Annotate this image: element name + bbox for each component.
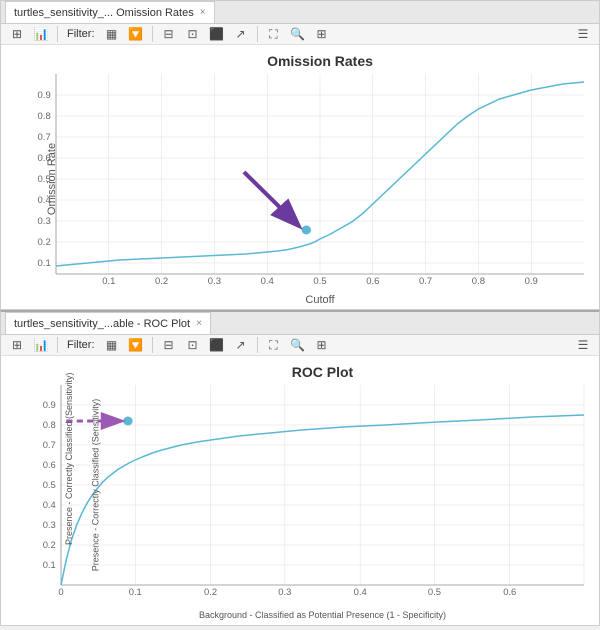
- roc-chart-svg: 0 0.1 0.2 0.3 0.4 0.5 0.6 0.1 0.2 0.3 0.…: [61, 385, 584, 585]
- grid-icon[interactable]: ⊟: [159, 24, 179, 44]
- zoom-icon-b[interactable]: ↗: [231, 335, 251, 355]
- separator-2: [152, 26, 153, 42]
- omission-tab-close[interactable]: ×: [200, 7, 206, 18]
- export-icon-b[interactable]: ⬛: [207, 335, 227, 355]
- svg-text:0.9: 0.9: [43, 400, 56, 410]
- roc-chart-area: Presence - Correctly Classified (Sensiti…: [61, 385, 584, 585]
- svg-text:0.3: 0.3: [38, 216, 51, 226]
- svg-text:0.6: 0.6: [43, 460, 56, 470]
- svg-text:0.7: 0.7: [38, 132, 51, 142]
- svg-text:0.2: 0.2: [155, 276, 168, 286]
- roc-chart-container: ROC Plot Presence - Correctly Classified…: [1, 356, 599, 630]
- toolbar-right-1: ☰: [573, 24, 593, 44]
- svg-text:0.1: 0.1: [38, 258, 51, 268]
- toolbar-right-b: ☰: [573, 335, 593, 355]
- svg-text:0.5: 0.5: [313, 276, 326, 286]
- svg-text:0.1: 0.1: [129, 587, 142, 597]
- roc-tab-close[interactable]: ×: [196, 318, 202, 329]
- separator-1: [57, 26, 58, 42]
- magnify-icon[interactable]: 🔍: [288, 24, 308, 44]
- svg-text:0.8: 0.8: [472, 276, 485, 286]
- filter-icon-b1[interactable]: ▦: [102, 335, 122, 355]
- menu-icon-bottom[interactable]: ☰: [573, 335, 593, 355]
- roc-tab-label: turtles_sensitivity_...able - ROC Plot: [14, 318, 190, 330]
- omission-tab-label: turtles_sensitivity_... Omission Rates: [14, 7, 194, 19]
- roc-x-axis-label: Background - Classified as Potential Pre…: [199, 610, 446, 620]
- svg-text:0.3: 0.3: [278, 587, 291, 597]
- roc-y-label: Presence - Correctly Classified (Sensiti…: [90, 399, 100, 572]
- separator-b2: [152, 337, 153, 353]
- omission-y-label: Omission Rate: [46, 143, 58, 215]
- table-icon-b[interactable]: ⊞: [7, 335, 27, 355]
- svg-text:0: 0: [58, 587, 63, 597]
- magnify-icon-b[interactable]: 🔍: [288, 335, 308, 355]
- scale-icon-b[interactable]: ⊞: [312, 335, 332, 355]
- svg-text:0.2: 0.2: [43, 540, 56, 550]
- svg-text:0.5: 0.5: [428, 587, 441, 597]
- svg-text:0.3: 0.3: [43, 520, 56, 530]
- zoom-icon[interactable]: ↗: [231, 24, 251, 44]
- svg-text:0.5: 0.5: [43, 480, 56, 490]
- scale-icon[interactable]: ⊞: [312, 24, 332, 44]
- svg-text:0.1: 0.1: [102, 276, 115, 286]
- filter-label: Filter:: [67, 28, 95, 40]
- filter-icon-b2[interactable]: 🔽: [126, 335, 146, 355]
- separator-b1: [57, 337, 58, 353]
- separator-3: [257, 26, 258, 42]
- svg-text:0.4: 0.4: [43, 500, 56, 510]
- svg-text:0.9: 0.9: [525, 276, 538, 286]
- export-icon[interactable]: ⬛: [207, 24, 227, 44]
- cursor-icon[interactable]: ⛶: [264, 24, 284, 44]
- svg-text:0.3: 0.3: [208, 276, 221, 286]
- bottom-panel: turtles_sensitivity_...able - ROC Plot ×…: [0, 310, 600, 626]
- table-icon[interactable]: ⊞: [7, 24, 27, 44]
- roc-chart-title: ROC Plot: [61, 364, 584, 380]
- svg-text:0.6: 0.6: [366, 276, 379, 286]
- omission-x-label: Cutoff: [305, 294, 334, 306]
- filter-icon-1[interactable]: ▦: [102, 24, 122, 44]
- menu-icon-top[interactable]: ☰: [573, 24, 593, 44]
- svg-text:0.7: 0.7: [419, 276, 432, 286]
- cursor-icon-b[interactable]: ⛶: [264, 335, 284, 355]
- svg-text:0.4: 0.4: [261, 276, 274, 286]
- omission-chart-svg: 0.1 0.2 0.3 0.4 0.5 0.6 0.7 0.8 0.9 0.1 …: [56, 74, 584, 284]
- filter-label-b: Filter:: [67, 339, 95, 351]
- bottom-toolbar: ⊞ 📊 Filter: ▦ 🔽 ⊟ ⊡ ⬛ ↗ ⛶ 🔍 ⊞ ☰: [1, 335, 599, 356]
- svg-text:0.2: 0.2: [38, 237, 51, 247]
- roc-y-axis-label: Presence - Correctly Classified (Sensiti…: [64, 425, 74, 545]
- svg-text:0.7: 0.7: [43, 440, 56, 450]
- svg-text:0.4: 0.4: [354, 587, 367, 597]
- top-toolbar: ⊞ 📊 Filter: ▦ 🔽 ⊟ ⊡ ⬛ ↗ ⛶ 🔍 ⊞ ☰: [1, 24, 599, 45]
- omission-chart-area: Omission Rate Cutoff: [56, 74, 584, 284]
- svg-text:0.8: 0.8: [43, 420, 56, 430]
- filter-icon-2[interactable]: 🔽: [126, 24, 146, 44]
- svg-text:0.1: 0.1: [43, 560, 56, 570]
- omission-rates-tab[interactable]: turtles_sensitivity_... Omission Rates ×: [5, 1, 215, 23]
- grid-icon-b[interactable]: ⊟: [159, 335, 179, 355]
- omission-chart-container: Omission Rates Omission Rate Cutoff: [1, 45, 599, 319]
- svg-text:0.8: 0.8: [38, 111, 51, 121]
- svg-text:0.2: 0.2: [204, 587, 217, 597]
- svg-text:0.6: 0.6: [503, 587, 516, 597]
- svg-text:0.9: 0.9: [38, 90, 51, 100]
- table-icon-2[interactable]: ⊡: [183, 24, 203, 44]
- top-tab-bar: turtles_sensitivity_... Omission Rates ×: [1, 1, 599, 24]
- separator-b3: [257, 337, 258, 353]
- chart-icon-b[interactable]: 📊: [31, 335, 51, 355]
- top-panel: turtles_sensitivity_... Omission Rates ×…: [0, 0, 600, 310]
- table-icon-b2[interactable]: ⊡: [183, 335, 203, 355]
- chart-icon[interactable]: 📊: [31, 24, 51, 44]
- omission-chart-title: Omission Rates: [56, 53, 584, 69]
